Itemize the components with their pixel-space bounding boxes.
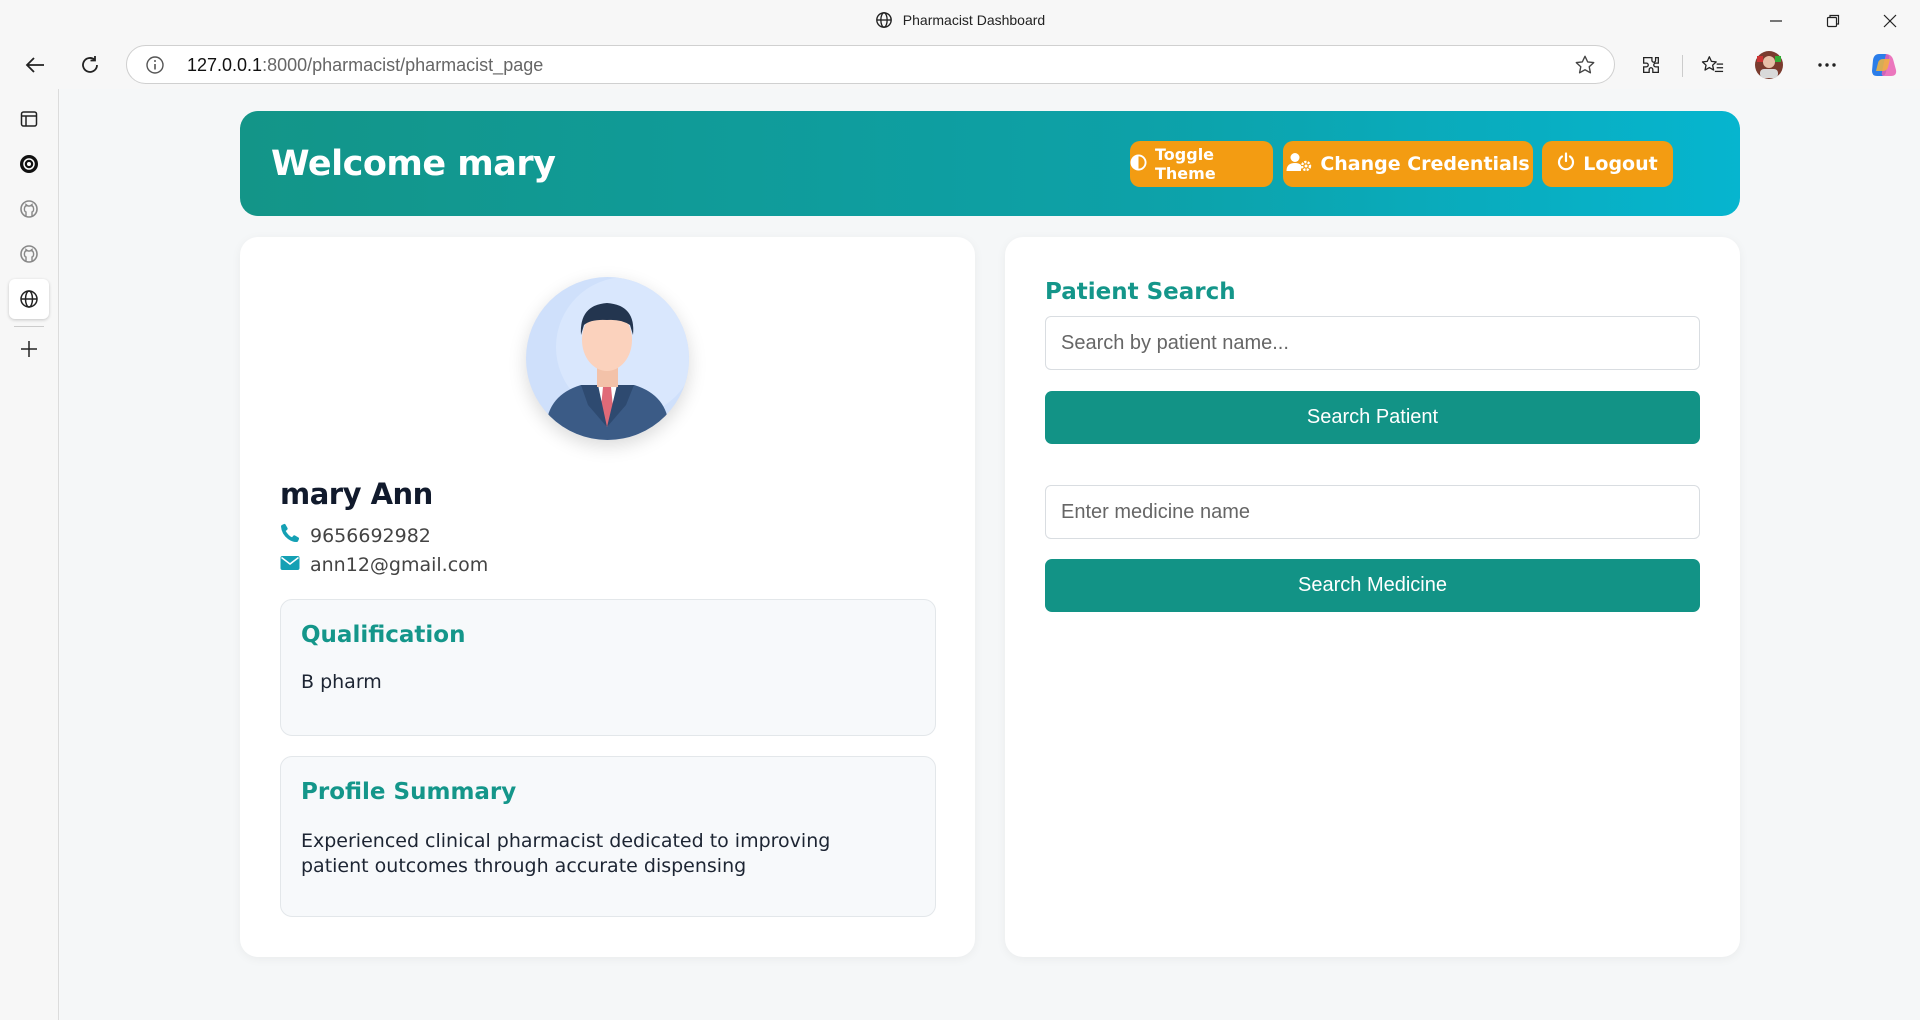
welcome-title: Welcome mary <box>271 144 556 184</box>
logout-label: Logout <box>1583 153 1658 175</box>
power-icon <box>1557 152 1575 176</box>
qualification-title: Qualification <box>301 622 466 648</box>
minimize-button[interactable] <box>1748 0 1804 41</box>
github-tab-icon[interactable] <box>9 189 49 229</box>
favorites-icon[interactable] <box>1693 45 1733 85</box>
profile-summary-text: Experienced clinical pharmacist dedicate… <box>301 830 831 877</box>
logout-button[interactable]: Logout <box>1542 141 1673 187</box>
change-credentials-button[interactable]: Change Credentials <box>1283 141 1533 187</box>
new-tab-plus-icon[interactable] <box>9 329 49 369</box>
half-circle-icon <box>1130 153 1147 175</box>
profile-avatar[interactable] <box>1749 45 1789 85</box>
phone-number: 9656692982 <box>310 524 431 547</box>
favorite-star-icon[interactable] <box>1574 54 1596 80</box>
email-row: ann12@gmail.com <box>280 554 488 576</box>
browser-navbar: 127.0.0.1:8000/pharmacist/pharmacist_pag… <box>0 41 1920 89</box>
github-tab-icon-2[interactable] <box>9 234 49 274</box>
address-bar[interactable]: 127.0.0.1:8000/pharmacist/pharmacist_pag… <box>126 45 1615 84</box>
profile-card: mary Ann 9656692982 ann12@gmail.com Qual… <box>240 237 975 957</box>
welcome-header: Welcome mary Toggle Theme Change Credent… <box>240 111 1740 216</box>
toolbar-divider <box>1682 55 1683 77</box>
extensions-icon[interactable] <box>1631 45 1671 85</box>
back-button[interactable] <box>15 45 55 85</box>
pharmacist-avatar <box>526 277 689 440</box>
toggle-theme-button[interactable]: Toggle Theme <box>1130 141 1273 187</box>
globe-icon <box>875 11 893 32</box>
toggle-theme-label: Toggle Theme <box>1155 145 1216 183</box>
active-tab-globe-icon[interactable] <box>9 279 49 319</box>
url-text[interactable]: 127.0.0.1:8000/pharmacist/pharmacist_pag… <box>187 55 543 76</box>
page-content: Welcome mary Toggle Theme Change Credent… <box>60 89 1920 1020</box>
copilot-icon[interactable] <box>1864 45 1904 85</box>
window-title: Pharmacist Dashboard <box>0 11 1920 32</box>
tab-actions-icon[interactable] <box>9 99 49 139</box>
search-patient-button[interactable]: Search Patient <box>1045 391 1700 444</box>
qualification-box: Qualification B pharm <box>280 599 936 736</box>
email-address: ann12@gmail.com <box>310 554 489 576</box>
patient-search-title: Patient Search <box>1045 279 1236 305</box>
window-title-text: Pharmacist Dashboard <box>902 12 1046 29</box>
phone-icon <box>280 523 300 548</box>
user-gear-icon <box>1286 152 1312 177</box>
window-titlebar: Pharmacist Dashboard <box>0 0 1920 41</box>
close-window-button[interactable] <box>1862 0 1918 41</box>
sidebar-divider <box>14 326 44 327</box>
pharmacist-name: mary Ann <box>280 477 433 511</box>
patient-search-input[interactable] <box>1045 316 1700 370</box>
chatgpt-tab-icon[interactable] <box>9 144 49 184</box>
reload-button[interactable] <box>70 45 110 85</box>
change-credentials-label: Change Credentials <box>1320 153 1530 175</box>
envelope-icon <box>280 554 300 576</box>
url-path: :8000/pharmacist/pharmacist_page <box>262 55 544 75</box>
browser-sidebar <box>0 89 59 1020</box>
medicine-search-input[interactable] <box>1045 485 1700 539</box>
site-info-icon[interactable] <box>145 55 165 79</box>
profile-summary-box: Profile Summary Experienced clinical pha… <box>280 756 936 917</box>
url-host: 127.0.0.1 <box>187 55 263 75</box>
restore-button[interactable] <box>1805 0 1861 41</box>
qualification-value: B pharm <box>301 671 382 693</box>
profile-summary-title: Profile Summary <box>301 779 517 805</box>
search-card: Patient Search Search Patient Search Med… <box>1005 237 1740 957</box>
search-medicine-button[interactable]: Search Medicine <box>1045 559 1700 612</box>
phone-row: 9656692982 <box>280 523 431 548</box>
more-options-icon[interactable] <box>1807 45 1847 85</box>
